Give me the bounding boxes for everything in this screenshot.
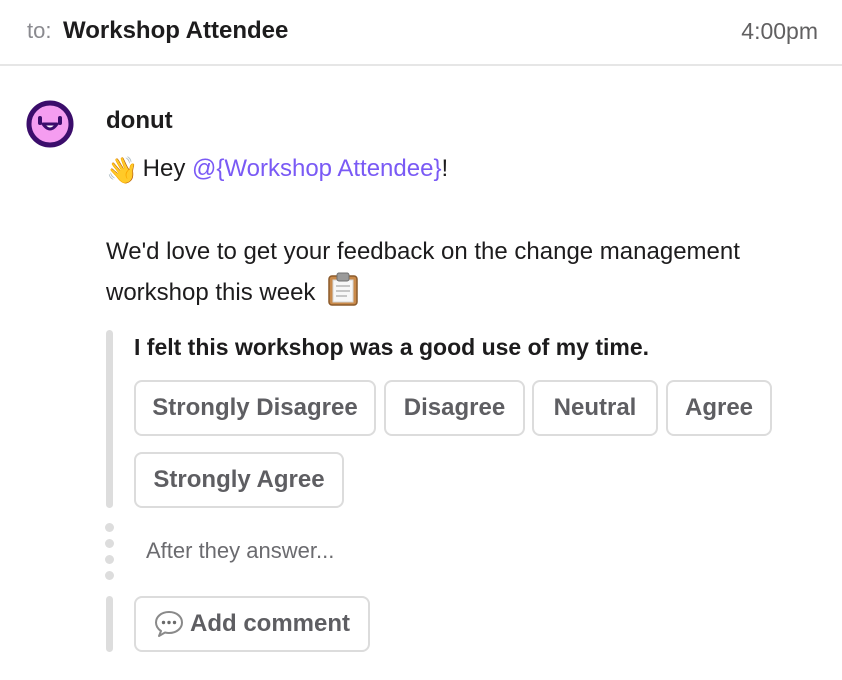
message-header: to: Workshop Attendee 4:00pm [0,0,842,66]
greeting-prefix: Hey [142,155,186,182]
add-comment-button[interactable]: Add comment [134,596,370,652]
flow-dot [105,571,114,580]
greeting-line: 👋 Hey @{Workshop Attendee}! [106,155,448,186]
flow-dot [105,539,114,548]
message-paragraph: We'd love to get your feedback on the ch… [106,232,806,313]
survey-question: I felt this workshop was a good use of m… [134,334,650,360]
recipient-name[interactable]: Workshop Attendee [63,17,288,45]
speech-bubble-icon [155,611,183,637]
flow-dot [105,555,114,564]
option-strongly-disagree-button[interactable]: Strongly Disagree [134,380,376,436]
option-neutral-button[interactable]: Neutral [532,380,658,436]
survey-rule [106,330,113,508]
flow-dot [105,523,114,532]
add-comment-label: Add comment [190,610,351,637]
clipboard-icon [328,272,358,306]
option-disagree-button[interactable]: Disagree [384,380,525,436]
timestamp: 4:00pm [741,18,818,44]
option-agree-button[interactable]: Agree [666,380,772,436]
option-strongly-agree-button[interactable]: Strongly Agree [134,452,344,508]
donut-face-icon[interactable] [26,100,74,148]
sender-name[interactable]: donut [106,107,173,135]
comment-rule [106,596,113,652]
greeting-suffix: ! [441,155,449,182]
paragraph-text: We'd love to get your feedback on the ch… [106,238,740,306]
attendee-mention[interactable]: @{Workshop Attendee} [192,155,441,182]
waving-hand-icon: 👋 [106,155,139,185]
after-answer-label: After they answer... [146,538,335,563]
to-label: to: [27,18,52,43]
